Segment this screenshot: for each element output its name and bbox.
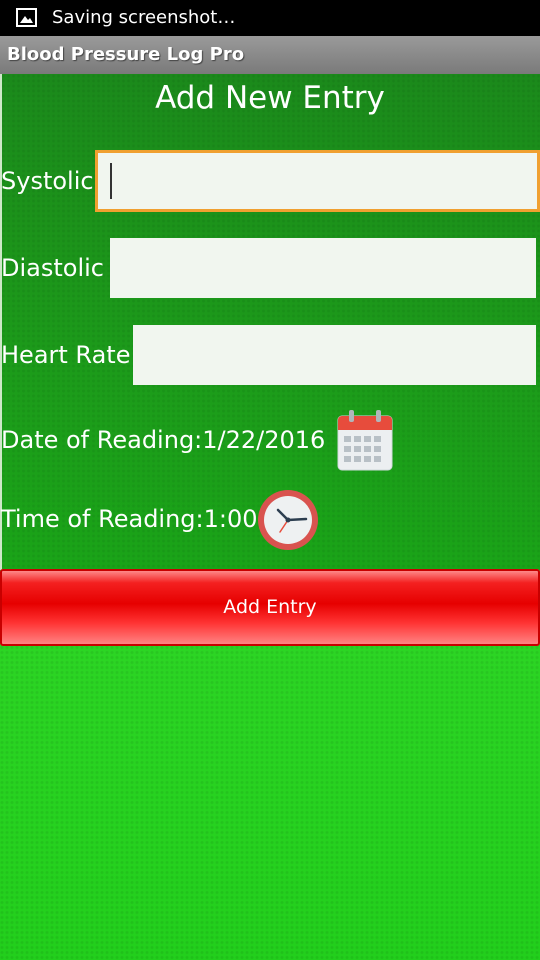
systolic-label: Systolic <box>1 167 94 195</box>
add-entry-button[interactable]: Add Entry <box>0 569 540 646</box>
calendar-icon[interactable] <box>336 408 394 472</box>
systolic-input[interactable] <box>95 150 540 212</box>
status-bar: Saving screenshot… <box>0 0 540 36</box>
date-of-reading-label: Date of Reading:1/22/2016 <box>1 426 326 454</box>
diastolic-label: Diastolic <box>1 254 104 282</box>
text-cursor <box>110 163 112 199</box>
status-text: Saving screenshot… <box>52 7 236 28</box>
diastolic-input[interactable] <box>110 238 536 298</box>
image-icon <box>16 8 37 27</box>
heart-rate-label: Heart Rate <box>1 341 131 369</box>
heart-rate-input[interactable] <box>133 325 536 385</box>
bottom-background <box>0 645 540 960</box>
time-of-reading-label: Time of Reading:1:00 <box>1 505 258 533</box>
page-title: Add New Entry <box>155 80 385 116</box>
app-title-bar: Blood Pressure Log Pro <box>0 36 540 75</box>
app-title: Blood Pressure Log Pro <box>7 44 245 65</box>
clock-icon[interactable] <box>256 488 320 552</box>
